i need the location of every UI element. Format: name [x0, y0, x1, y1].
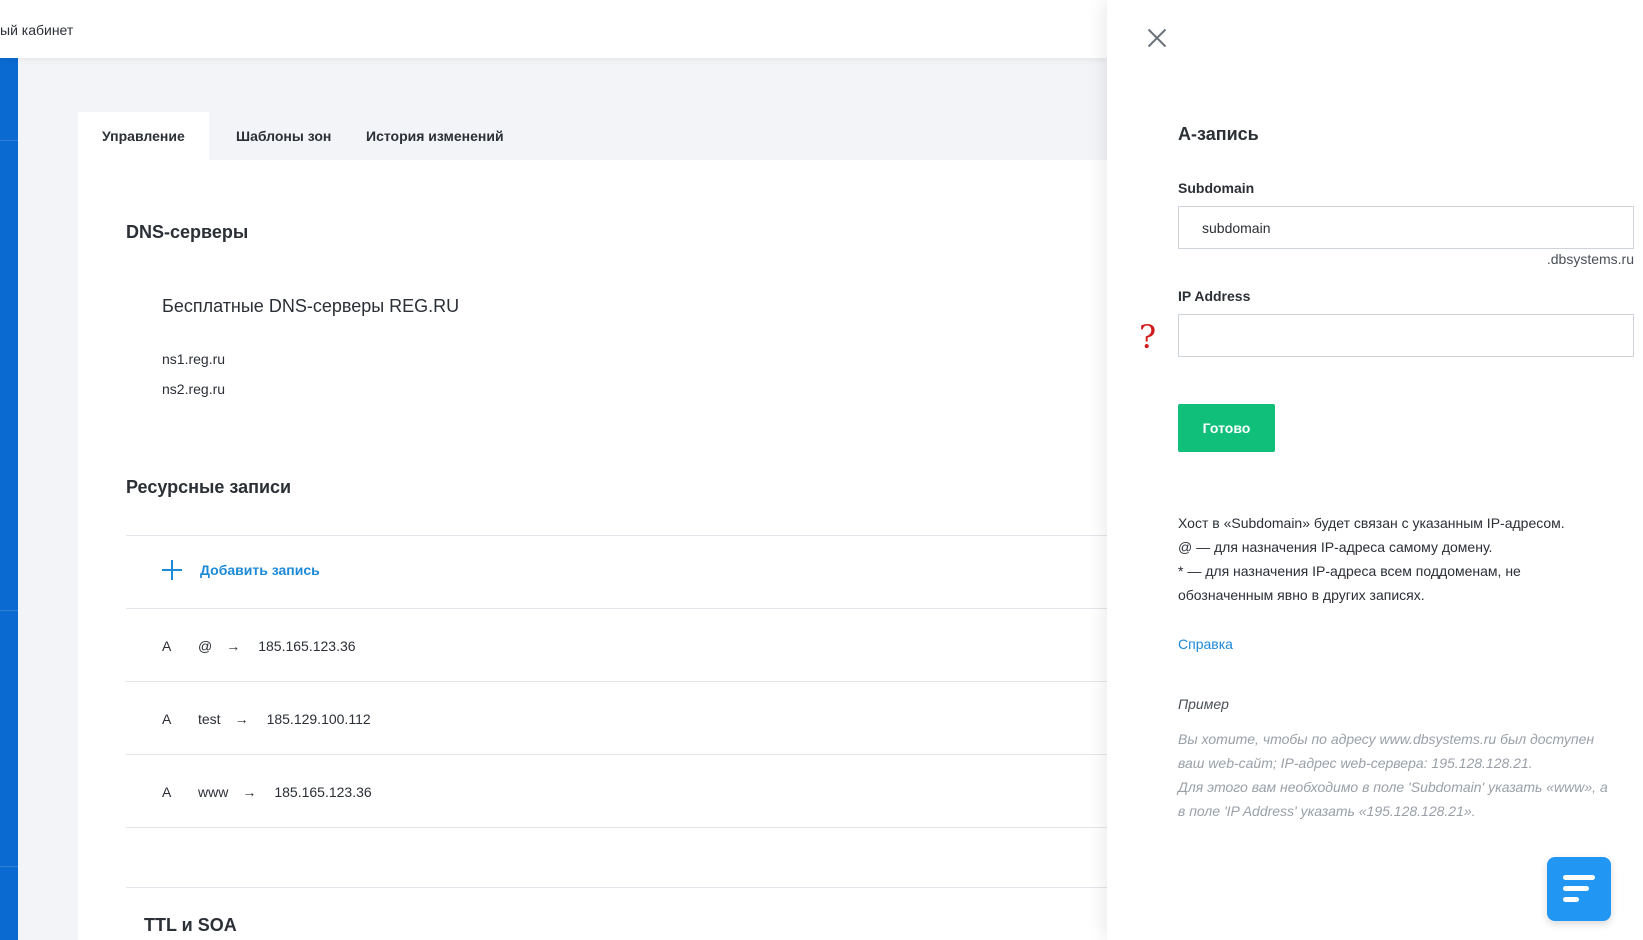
panel-title: А-запись: [1178, 124, 1259, 144]
chat-lines-icon: [1563, 886, 1589, 891]
add-record-button[interactable]: Добавить запись: [162, 560, 320, 580]
arrow-right-icon: →: [226, 638, 241, 654]
divider: [126, 681, 1107, 682]
record-value: 185.129.100.112: [266, 711, 371, 727]
help-text-line: @ — для назначения IP-адреса самому доме…: [1178, 539, 1493, 555]
record-row[interactable]: A @ → 185.165.123.36: [162, 638, 356, 654]
help-text-line: Хост в «Subdomain» будет связан с указан…: [1178, 515, 1565, 531]
close-icon[interactable]: [1146, 26, 1168, 48]
ttl-soa-title: TTL и SOA: [144, 915, 237, 935]
help-text-line: * — для назначения IP-адреса всем поддом…: [1178, 563, 1521, 579]
chat-lines-icon: [1563, 875, 1595, 880]
left-navigation-rail: [0, 0, 18, 940]
resource-records-title: Ресурсные записи: [126, 477, 292, 497]
tab-change-history[interactable]: История изменений: [342, 112, 528, 160]
question-mark-icon: ?: [1139, 318, 1157, 356]
tab-zone-templates[interactable]: Шаблоны зон: [212, 112, 355, 160]
subdomain-label: Subdomain: [1178, 180, 1255, 196]
dns-servers-title: DNS-серверы: [126, 222, 249, 242]
record-value: 185.165.123.36: [258, 638, 356, 654]
record-host: www: [198, 784, 229, 800]
ip-address-input[interactable]: [1178, 314, 1634, 357]
plus-icon: [162, 560, 182, 580]
divider: [126, 754, 1107, 755]
divider: [126, 827, 1107, 828]
account-breadcrumb[interactable]: ый кабинет: [0, 22, 73, 38]
divider: [126, 887, 1107, 888]
record-host: @: [198, 638, 213, 654]
domain-suffix: .dbsystems.ru: [1546, 251, 1634, 267]
example-text-line: ваш web-сайт; IP-адрес web-сервера: 195.…: [1178, 755, 1533, 771]
example-text-line: в поле 'IP Address' указать «195.128.128…: [1178, 803, 1476, 819]
record-type: A: [162, 638, 172, 654]
rail-divider: [0, 866, 18, 867]
dns-provider-name: Бесплатные DNS-серверы REG.RU: [162, 296, 460, 316]
arrow-right-icon: →: [234, 711, 249, 727]
example-title: Пример: [1178, 696, 1229, 712]
top-header: ый кабинет: [0, 0, 1107, 58]
record-type: A: [162, 784, 172, 800]
rail-divider: [0, 140, 18, 141]
ip-address-label: IP Address: [1178, 288, 1251, 304]
record-row[interactable]: A test → 185.129.100.112: [162, 711, 371, 727]
chat-lines-icon: [1563, 897, 1579, 902]
divider: [126, 608, 1107, 609]
rail-divider: [0, 610, 18, 611]
help-link[interactable]: Справка: [1178, 636, 1233, 652]
chat-widget-button[interactable]: [1547, 857, 1611, 921]
settings-tabs: Управление Шаблоны зон История изменений: [78, 112, 1107, 160]
help-text-line: обозначенным явно в других записях.: [1178, 587, 1425, 603]
example-text-line: Вы хотите, чтобы по адресу www.dbsystems…: [1178, 731, 1595, 747]
done-button[interactable]: Готово: [1178, 404, 1275, 452]
subdomain-input[interactable]: [1178, 206, 1634, 249]
record-host: test: [198, 711, 221, 727]
record-type: A: [162, 711, 172, 727]
name-server-1: ns1.reg.ru: [162, 351, 226, 367]
tab-management[interactable]: Управление: [78, 112, 209, 160]
name-server-2: ns2.reg.ru: [162, 381, 226, 397]
record-row[interactable]: A www → 185.165.123.36: [162, 784, 372, 800]
divider: [126, 535, 1107, 536]
example-text-line: Для этого вам необходимо в поле 'Subdoma…: [1178, 779, 1608, 795]
record-value: 185.165.123.36: [274, 784, 372, 800]
arrow-right-icon: →: [242, 784, 257, 800]
add-record-label: Добавить запись: [200, 562, 320, 578]
